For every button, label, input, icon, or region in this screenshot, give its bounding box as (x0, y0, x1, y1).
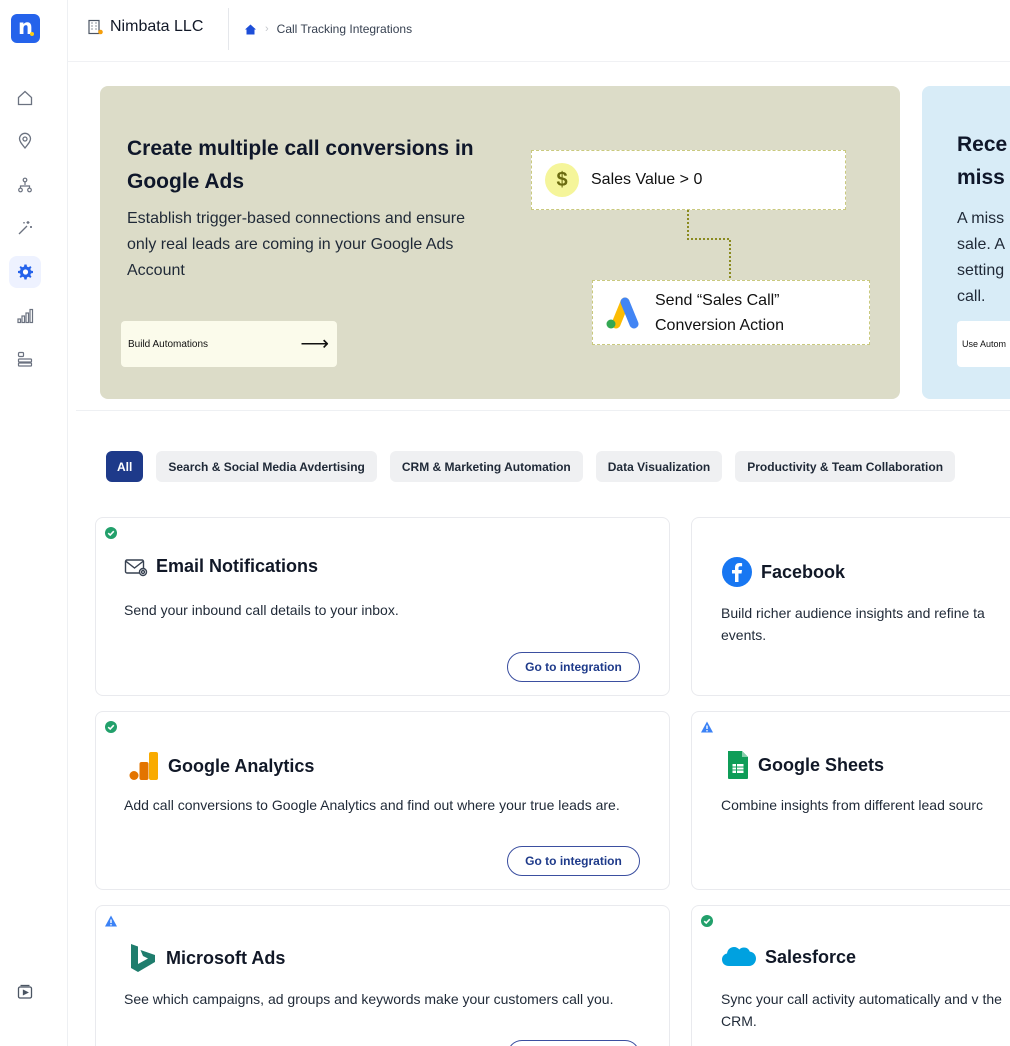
home-icon (17, 90, 33, 106)
check-circle-icon (105, 721, 117, 733)
building-icon (88, 19, 103, 35)
conversion-action-box: Send “Sales Call” Conversion Action (592, 280, 870, 345)
conversion-line-1: Send “Sales Call” (655, 291, 780, 309)
card-title: Microsoft Ads (166, 947, 286, 968)
banner-2-desc-line: A miss (957, 210, 1005, 227)
card-description: Add call conversions to Google Analytics… (124, 797, 620, 813)
facebook-icon (722, 557, 752, 587)
breadcrumb: › Call Tracking Integrations (244, 22, 412, 36)
banner-2-title-line-1: Rece (957, 133, 1008, 156)
nav-automations[interactable] (9, 212, 41, 244)
google-analytics-icon (129, 752, 158, 780)
banner-2-title: Rece miss (957, 128, 1007, 194)
banner-2-desc-line: call. (957, 288, 986, 305)
nav-settings[interactable] (9, 256, 41, 288)
sidebar: n (0, 0, 68, 1046)
magic-wand-icon (18, 221, 32, 235)
card-title: Google Analytics (168, 755, 315, 776)
company-name: Nimbata LLC (110, 18, 204, 35)
check-circle-icon (105, 527, 117, 539)
filter-search-social[interactable]: Search & Social Media Avdertising (156, 451, 377, 482)
nav-locations[interactable] (9, 125, 41, 157)
card-title: Salesforce (765, 946, 857, 967)
card-description: Send your inbound call details to your i… (124, 602, 399, 618)
banner-2-title-line-2: miss (957, 166, 1005, 189)
warning-triangle-icon (105, 915, 117, 927)
sales-value-condition: $ Sales Value > 0 (531, 150, 846, 210)
banner-2-desc-line: setting (957, 262, 1005, 279)
integration-card-email-notifications[interactable]: Email Notifications Send your inbound ca… (95, 517, 670, 696)
company-switcher[interactable]: Nimbata LLC (86, 18, 203, 36)
integration-card-microsoft-ads[interactable]: Microsoft Ads See which campaigns, ad gr… (95, 905, 670, 1046)
breadcrumb-current: Call Tracking Integrations (276, 22, 413, 36)
google-ads-icon (606, 297, 639, 328)
video-play-icon (17, 984, 33, 999)
card-header: Facebook (721, 556, 845, 588)
filter-productivity[interactable]: Productivity & Team Collaboration (735, 451, 956, 482)
sales-value-label: Sales Value > 0 (591, 171, 703, 188)
microsoft-ads-icon (131, 944, 155, 972)
conversion-line-2: Conversion Action (655, 316, 784, 334)
go-to-integration-button-partial[interactable] (507, 1040, 640, 1046)
card-title: Email Notifications (156, 556, 319, 576)
gear-icon (18, 264, 33, 280)
card-description: Sync your call activity automatically an… (721, 991, 1002, 1029)
server-icon (17, 351, 33, 367)
section-divider (76, 410, 1010, 411)
integration-card-facebook[interactable]: Facebook Build richer audience insights … (691, 517, 1010, 696)
breadcrumb-separator: › (265, 23, 269, 35)
warning-triangle-icon (701, 721, 713, 733)
go-to-integration-button[interactable]: Go to integration (507, 846, 640, 876)
card-header: Email Notifications (124, 556, 318, 577)
filter-all[interactable]: All (106, 451, 144, 482)
integration-card-salesforce[interactable]: Salesforce Sync your call activity autom… (691, 905, 1010, 1046)
conversion-action-text: Send “Sales Call” Conversion Action (655, 288, 784, 338)
nav-reports[interactable] (9, 300, 41, 332)
google-sheets-icon (728, 751, 748, 779)
bar-chart-icon (17, 308, 34, 324)
card-header: Google Sheets (726, 750, 884, 780)
integration-card-google-analytics[interactable]: Google Analytics Add call conversions to… (95, 711, 670, 890)
card-title: Facebook (761, 561, 846, 582)
dollar-icon: $ (545, 163, 579, 197)
card-title: Google Sheets (758, 754, 885, 775)
flow-connector (687, 210, 731, 280)
card-description: Combine insights from different lead sou… (721, 797, 983, 813)
card-header: Salesforce (721, 944, 856, 970)
card-header: Google Analytics (128, 750, 314, 782)
nav-numbers[interactable] (9, 343, 41, 375)
nimbata-logo[interactable]: n (11, 14, 40, 43)
top-header: Nimbata LLC › Call Tracking Integrations (68, 0, 1010, 62)
header-divider (228, 8, 229, 50)
category-filters: All Search & Social Media Avdertising CR… (106, 451, 956, 482)
integration-card-google-sheets[interactable]: Google Sheets Combine insights from diff… (691, 711, 1010, 890)
nav-home[interactable] (9, 82, 41, 114)
hierarchy-icon (18, 177, 32, 193)
card-header: Microsoft Ads (128, 942, 285, 974)
check-circle-icon (701, 915, 713, 927)
filter-crm-marketing[interactable]: CRM & Marketing Automation (389, 451, 583, 482)
go-to-integration-button[interactable]: Go to integration (507, 652, 640, 682)
email-icon (124, 558, 148, 576)
google-ads-promo-banner: Create multiple call conversions in Goog… (100, 86, 900, 399)
use-automation-button[interactable]: Use Autom (957, 321, 1010, 367)
banner-2-desc-line: sale. A (957, 236, 1006, 253)
banner-2-description: A miss sale. A setting call. (957, 206, 1010, 310)
card-description: See which campaigns, ad groups and keywo… (124, 991, 614, 1007)
filter-data-visualization[interactable]: Data Visualization (595, 451, 723, 482)
home-icon[interactable] (244, 23, 257, 36)
missed-call-promo-banner: Rece miss A miss sale. A setting call. U… (922, 86, 1010, 399)
card-description: Build richer audience insights and refin… (721, 605, 985, 643)
nav-tutorials[interactable] (9, 976, 41, 1008)
salesforce-icon (722, 947, 756, 966)
nav-hierarchy[interactable] (9, 169, 41, 201)
location-pin-icon (18, 132, 32, 150)
